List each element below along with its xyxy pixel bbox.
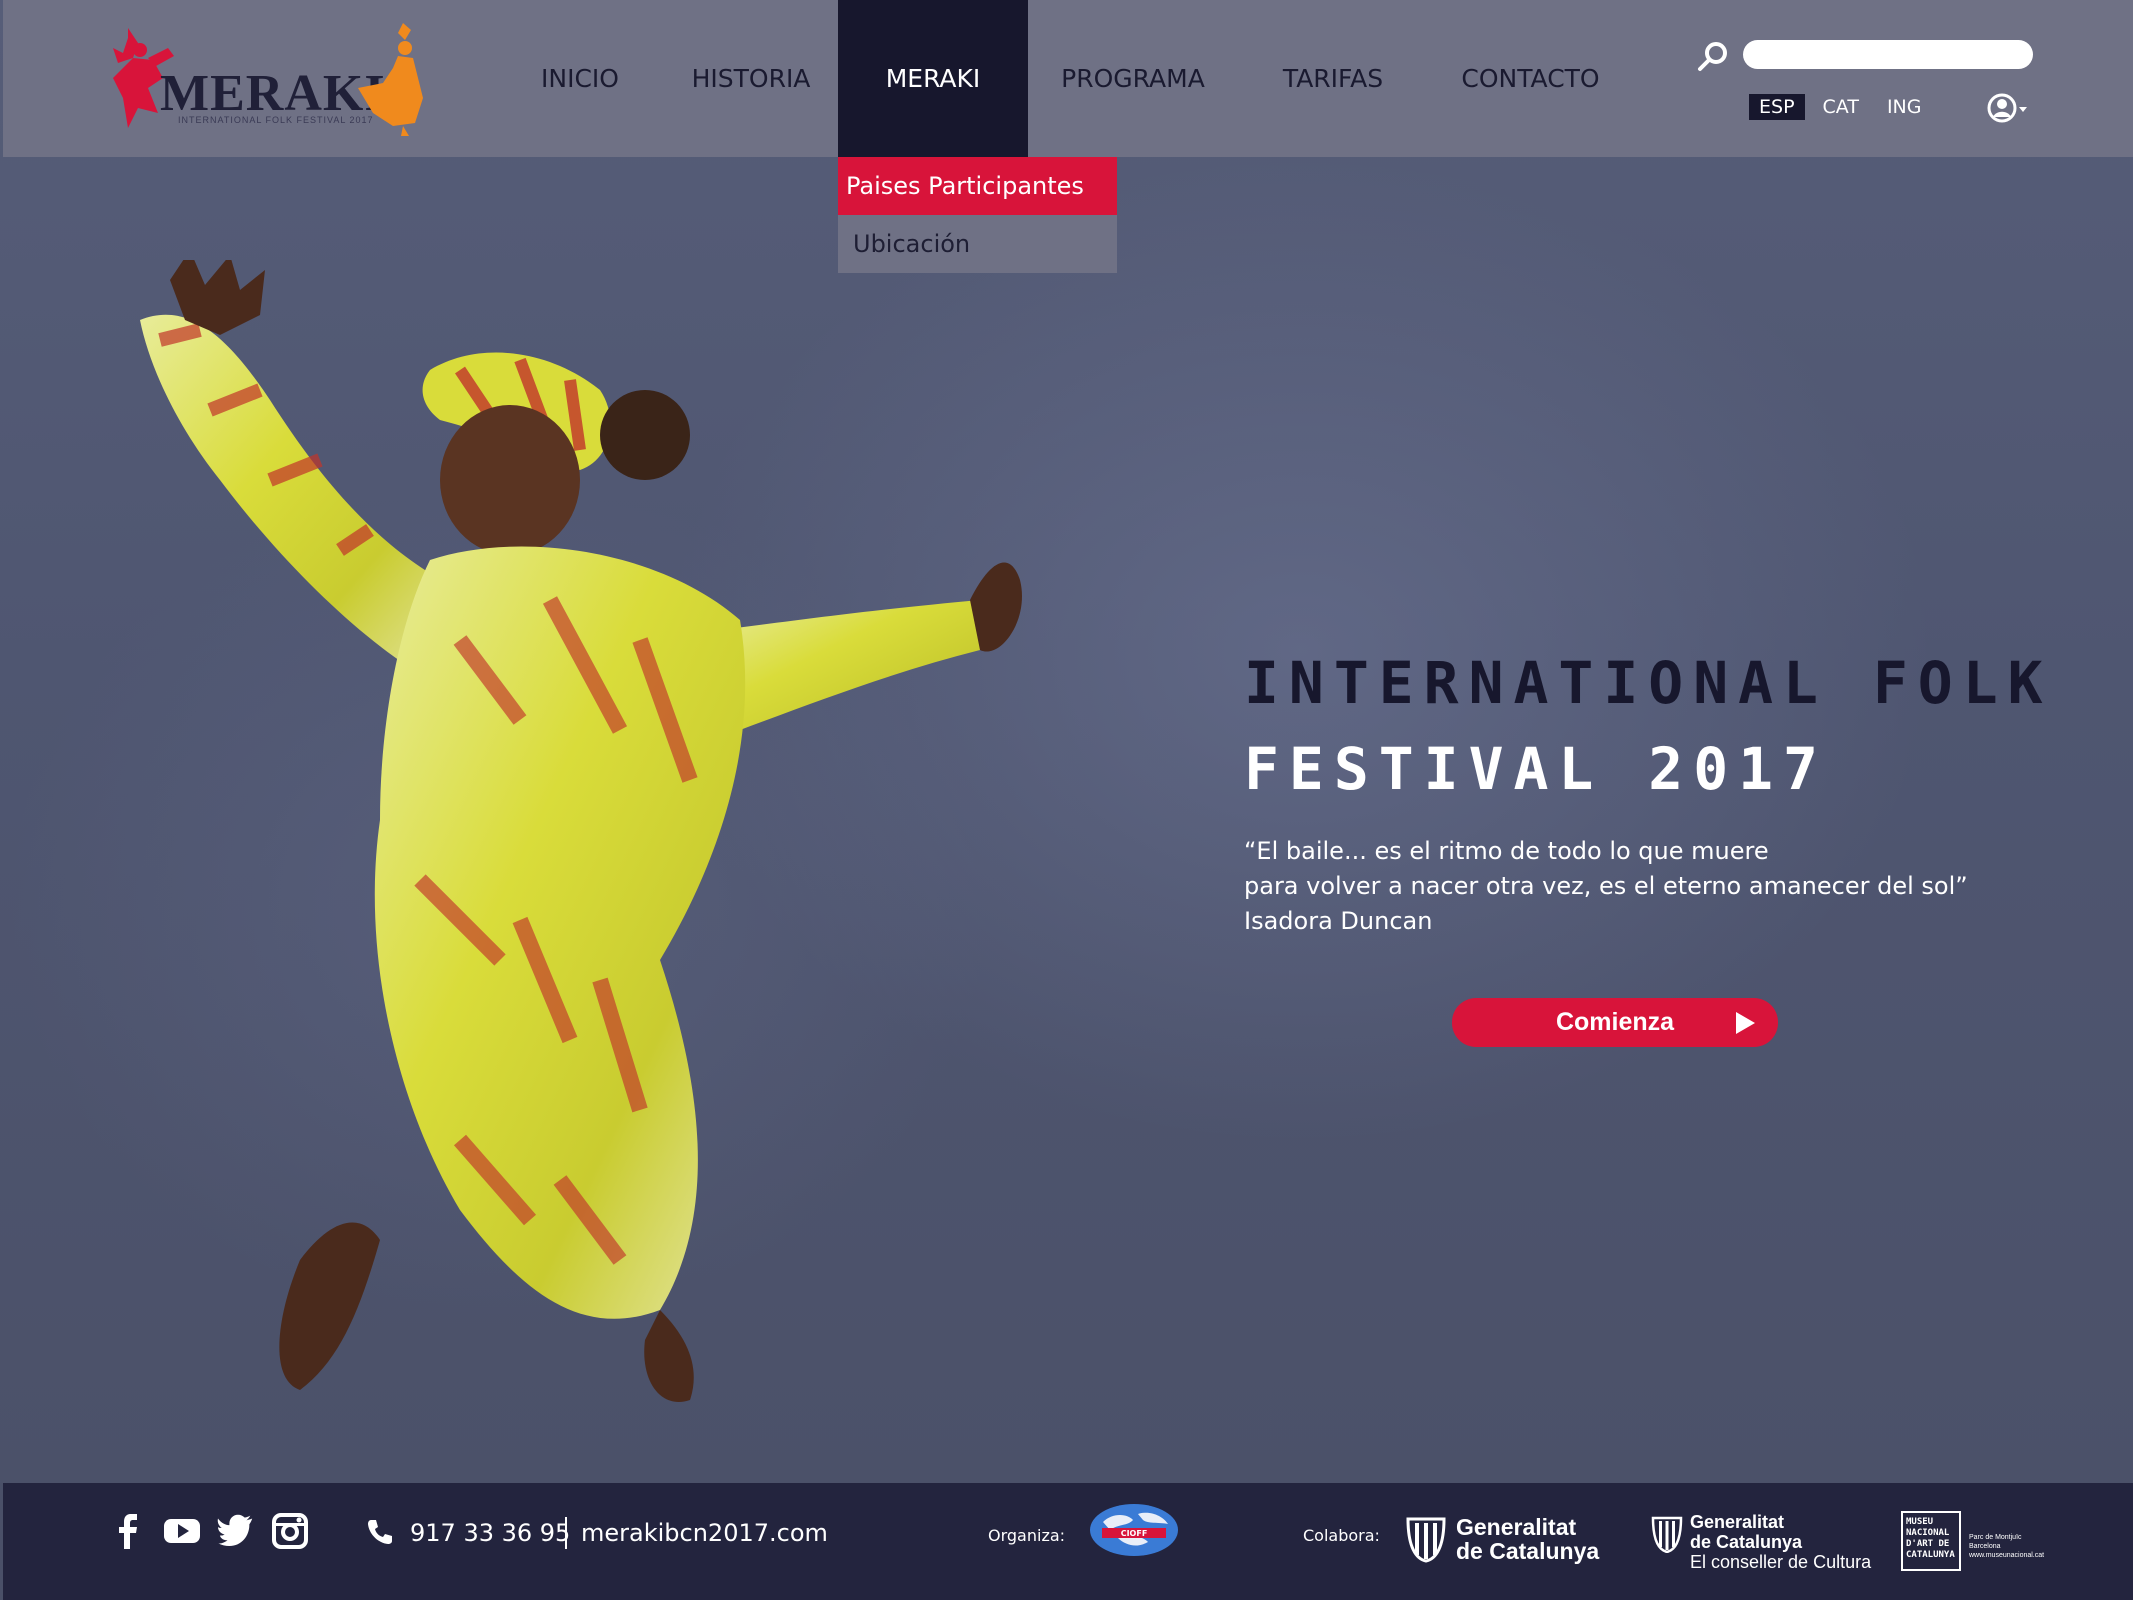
generalitat-text: Generalitat de Catalunya [1456,1515,1599,1563]
lang-esp[interactable]: ESP [1749,94,1805,120]
social-links [108,1511,310,1551]
dropdown-item-ubicacion[interactable]: Ubicación [838,215,1117,273]
hero-title-line1: INTERNATIONAL FOLK [1244,649,2053,717]
nav-item-inicio[interactable]: INICIO [523,0,637,157]
instagram-icon[interactable] [270,1511,310,1551]
footer-website-link[interactable]: merakibcn2017.com [581,1519,828,1547]
quote-author: Isadora Duncan [1244,907,1433,935]
meraki-dropdown-menu: Paises Participantes Ubicación [838,157,1117,273]
nav-item-tarifas[interactable]: TARIFAS [1268,0,1398,157]
generalitat-cultura-text: Generalitat de Catalunya El conseller de… [1690,1512,1871,1572]
generalitat-cultura-logo[interactable]: Generalitat de Catalunya El conseller de… [1651,1512,1891,1575]
generalitat-logo[interactable]: Generalitat de Catalunya [1406,1515,1606,1565]
mnac-logo-side-text: Parc de Montjuïc Barcelona www.museunaci… [1969,1534,2045,1559]
language-switcher: ESP CAT ING [1749,94,1939,120]
generalitat-cultura-line2: de Catalunya [1690,1532,1803,1552]
generalitat-cultura-line3: El conseller de Cultura [1690,1552,1872,1572]
dropdown-item-paises-participantes[interactable]: Paises Participantes [838,157,1117,215]
play-arrow-icon [1736,1012,1755,1034]
comienza-button-label: Comienza [1555,1008,1675,1036]
lang-ing[interactable]: ING [1877,94,1932,120]
generalitat-cultura-emblem-icon [1651,1516,1683,1553]
nav-item-programa[interactable]: PROGRAMA [1048,0,1218,157]
nav-item-historia[interactable]: HISTORIA [681,0,821,157]
facebook-icon[interactable] [108,1511,148,1551]
phone-icon [368,1520,392,1544]
site-logo[interactable]: MERAKI INTERNATIONAL FOLK FESTIVAL 2017 [108,18,428,138]
hero-dancer-image [140,260,1022,1402]
organiza-label: Organiza: [988,1526,1066,1545]
colabora-label: Colabora: [1303,1526,1380,1545]
user-icon[interactable] [1986,92,2032,124]
site-footer: 917 33 36 95 merakibcn2017.com Organiza:… [3,1483,2133,1600]
hero-title-line2: FESTIVAL 2017 [1244,735,1828,803]
cioff-logo-text: CIOFF [1121,1529,1148,1538]
search-input[interactable] [1743,40,2033,69]
lang-cat[interactable]: CAT [1813,94,1869,120]
cioff-logo[interactable]: CIOFF [1088,1502,1180,1558]
quote-line2: para volver a nacer otra vez, es el eter… [1244,872,1968,900]
dancer-orange-logo-icon [358,23,423,136]
generalitat-cultura-line1: Generalitat [1690,1512,1785,1532]
search-icon[interactable] [1696,40,1730,74]
hero-quote: “El baile... es el ritmo de todo lo que … [1244,834,2044,939]
hero-title: INTERNATIONAL FOLK FESTIVAL 2017 [1244,640,2124,812]
nav-item-meraki[interactable]: MERAKI [838,0,1028,157]
site-header: MERAKI INTERNATIONAL FOLK FESTIVAL 2017 … [3,0,2133,157]
generalitat-emblem-icon [1406,1517,1446,1563]
youtube-icon[interactable] [162,1511,202,1551]
nav-item-contacto[interactable]: CONTACTO [1448,0,1613,157]
mnac-logo[interactable]: MUSEU NACIONAL D'ART DE CATALUNYA Parc d… [1901,1511,2045,1573]
mnac-logo-box: MUSEU NACIONAL D'ART DE CATALUNYA [1901,1511,1961,1571]
footer-phone[interactable]: 917 33 36 95 [410,1519,570,1547]
generalitat-line2: de Catalunya [1456,1538,1600,1564]
quote-line1: “El baile... es el ritmo de todo lo que … [1244,837,1769,865]
comienza-button[interactable]: Comienza [1452,998,1778,1047]
generalitat-line1: Generalitat [1456,1514,1577,1540]
footer-divider [565,1517,567,1549]
logo-subtitle: INTERNATIONAL FOLK FESTIVAL 2017 [178,115,374,125]
twitter-icon[interactable] [216,1511,256,1551]
